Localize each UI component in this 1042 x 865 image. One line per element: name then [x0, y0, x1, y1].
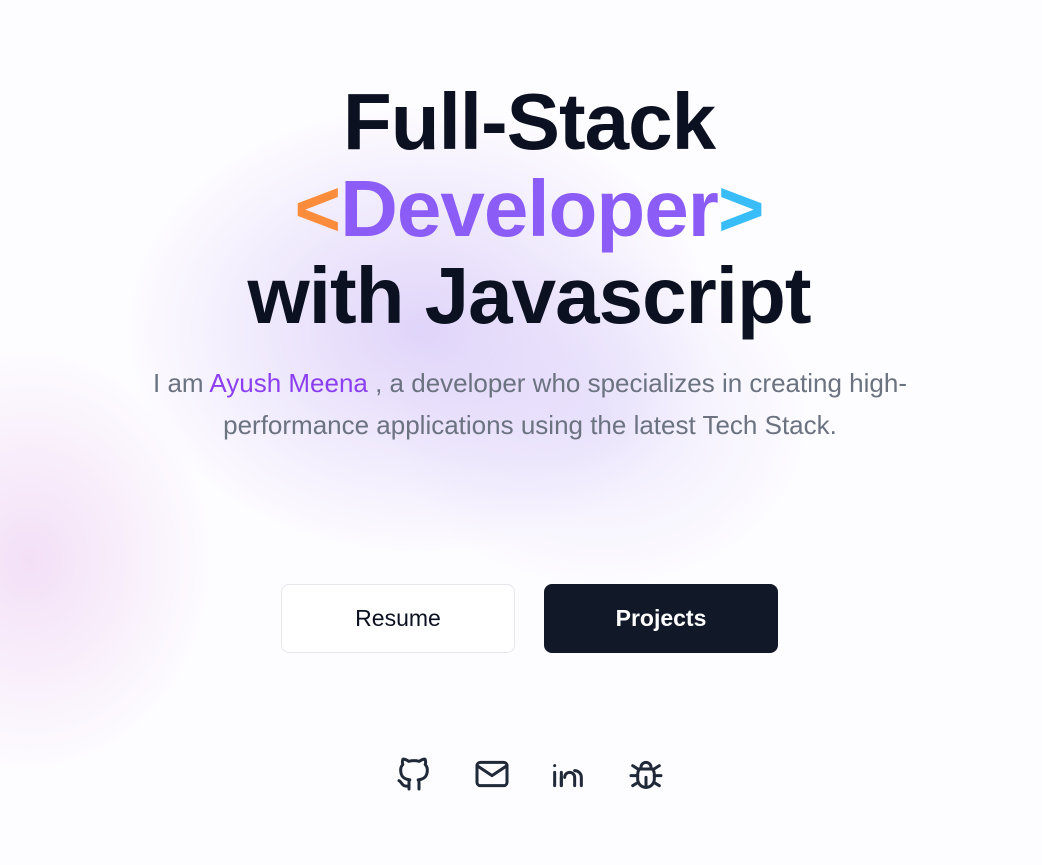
- bug-icon: [629, 760, 663, 789]
- linkedin-link[interactable]: [546, 752, 590, 796]
- mail-link[interactable]: [470, 752, 514, 796]
- hero-section: Full-Stack <Developer> with Javascript I…: [0, 0, 1042, 865]
- headline-line-2: <Developer>: [8, 165, 1042, 253]
- intro-prefix: I am: [153, 368, 210, 398]
- resume-button[interactable]: Resume: [281, 584, 515, 653]
- bug-report-link[interactable]: [624, 752, 668, 796]
- bracket-close: >: [717, 164, 765, 253]
- github-link[interactable]: [392, 752, 436, 796]
- headline-line-1: Full-Stack: [342, 77, 716, 166]
- linkedin-icon: [553, 764, 583, 788]
- projects-button[interactable]: Projects: [544, 584, 778, 653]
- headline-highlight-word: Developer: [340, 164, 719, 253]
- github-icon: [397, 757, 429, 791]
- author-name: Ayush Meena: [209, 368, 368, 398]
- mail-icon: [475, 760, 509, 788]
- social-links: [390, 752, 680, 796]
- bracket-open: <: [294, 164, 341, 253]
- headline-line-3: with Javascript: [247, 251, 811, 340]
- intro-paragraph: I am Ayush Meena , a developer who speci…: [90, 362, 970, 446]
